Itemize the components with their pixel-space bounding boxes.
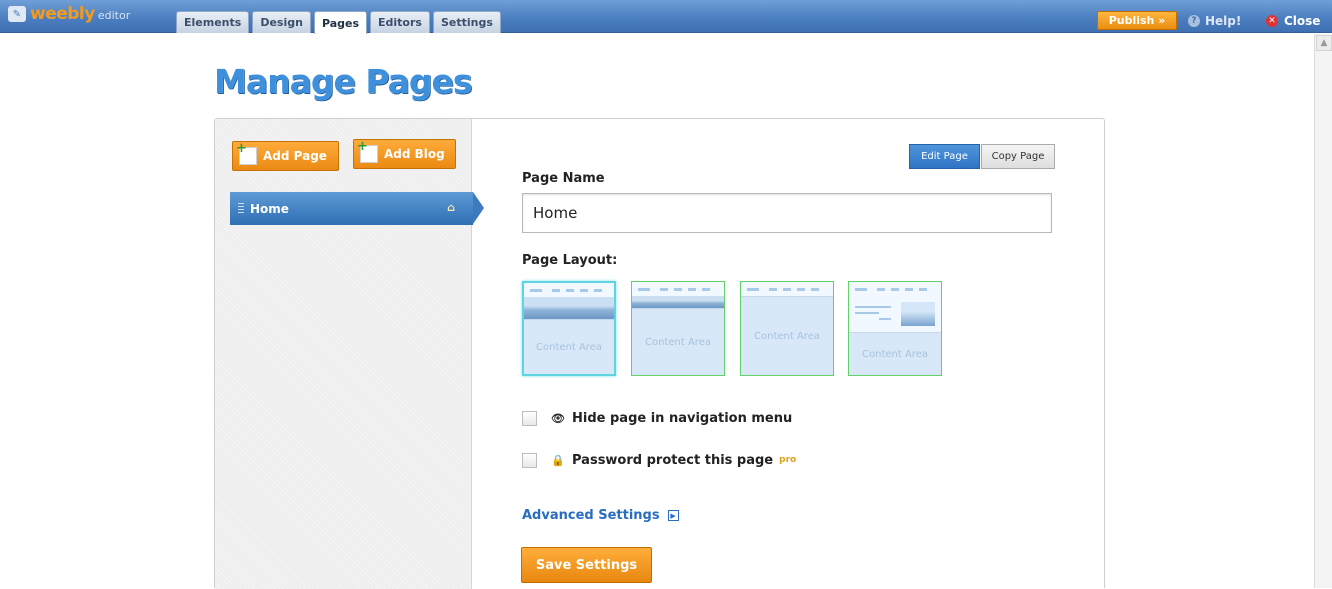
advanced-settings-link[interactable]: Advanced Settings ▶	[522, 508, 679, 523]
weebly-logo-icon: ✎	[8, 6, 26, 22]
sidebar-item-home[interactable]: Home ⌂	[230, 192, 473, 225]
new-page-icon	[236, 141, 257, 165]
tab-editors[interactable]: Editors	[370, 11, 430, 33]
layout-content-area: Content Area	[741, 296, 833, 375]
password-checkbox[interactable]	[522, 452, 537, 468]
main-tabs: Elements Design Pages Editors Settings	[176, 11, 504, 34]
vertical-scrollbar[interactable]: ▲	[1314, 34, 1332, 588]
drag-handle-icon[interactable]	[238, 202, 244, 215]
layout-content-area: Content Area	[632, 308, 724, 375]
layout-option-short-header[interactable]: Content Area	[631, 281, 725, 376]
layout-content-area: Content Area	[524, 319, 614, 374]
top-toolbar: ✎ weebly editor Elements Design Pages Ed…	[0, 0, 1332, 34]
page-name-input[interactable]	[522, 193, 1052, 233]
selected-pointer-arrow	[473, 192, 484, 224]
eye-icon: 👁	[551, 411, 565, 425]
hide-nav-label: Hide page in navigation menu	[572, 410, 793, 426]
hide-nav-option: 👁 Hide page in navigation menu	[522, 409, 792, 427]
close-icon: ✕	[1266, 15, 1278, 27]
add-blog-button[interactable]: Add Blog	[353, 139, 456, 169]
close-label: Close	[1284, 14, 1321, 28]
layout-nav-preview	[747, 288, 829, 291]
add-blog-label: Add Blog	[384, 147, 445, 161]
layout-nav-preview	[855, 288, 937, 291]
logo-text: weebly	[30, 4, 95, 24]
layout-option-no-header[interactable]: Content Area	[740, 281, 834, 376]
tab-design[interactable]: Design	[252, 11, 311, 33]
scroll-up-arrow-icon[interactable]: ▲	[1316, 35, 1332, 51]
layout-header-image	[632, 296, 724, 308]
logo-subtext: editor	[97, 9, 131, 22]
advanced-settings-label: Advanced Settings	[522, 508, 660, 523]
new-blog-icon	[357, 139, 378, 163]
layout-option-side-image[interactable]: Content Area	[848, 281, 942, 376]
save-settings-button[interactable]: Save Settings	[521, 547, 652, 583]
password-label: Password protect this page	[572, 452, 774, 468]
lock-icon: 🔒	[551, 453, 565, 467]
tab-pages[interactable]: Pages	[313, 11, 368, 34]
help-label: Help!	[1205, 14, 1242, 28]
tab-elements[interactable]: Elements	[176, 11, 250, 33]
page-name-label: Page Name	[522, 171, 605, 186]
sidebar-item-label: Home	[250, 201, 289, 216]
help-icon: ?	[1188, 15, 1200, 27]
hide-nav-checkbox[interactable]	[522, 410, 537, 426]
pro-badge: pro	[779, 455, 797, 465]
layout-nav-preview	[530, 289, 612, 292]
home-icon: ⌂	[447, 200, 455, 214]
add-page-label: Add Page	[263, 149, 327, 163]
copy-page-button[interactable]: Copy Page	[981, 144, 1055, 169]
layout-header-image	[524, 297, 614, 319]
manage-pages-panel: Add Page Add Blog Home ⌂ Edit Page Copy …	[214, 118, 1105, 589]
page-layout-label: Page Layout:	[522, 253, 618, 268]
tab-settings[interactable]: Settings	[432, 11, 501, 33]
weebly-logo: ✎ weebly editor	[8, 3, 130, 25]
password-option: 🔒 Password protect this page pro	[522, 451, 796, 469]
layout-option-header[interactable]: Content Area	[522, 281, 616, 376]
help-link[interactable]: ? Help!	[1188, 12, 1241, 30]
add-page-button[interactable]: Add Page	[232, 141, 339, 171]
pages-sidebar: Add Page Add Blog Home ⌂	[215, 119, 473, 589]
layout-side-image	[901, 302, 935, 326]
edit-page-button[interactable]: Edit Page	[909, 144, 980, 169]
expand-arrow-icon: ▶	[667, 510, 679, 521]
layout-nav-preview	[638, 288, 720, 291]
close-link[interactable]: ✕ Close	[1266, 12, 1320, 30]
page-title: Manage Pages	[214, 62, 473, 101]
layout-content-area: Content Area	[849, 332, 941, 375]
publish-button[interactable]: Publish »	[1097, 11, 1177, 30]
